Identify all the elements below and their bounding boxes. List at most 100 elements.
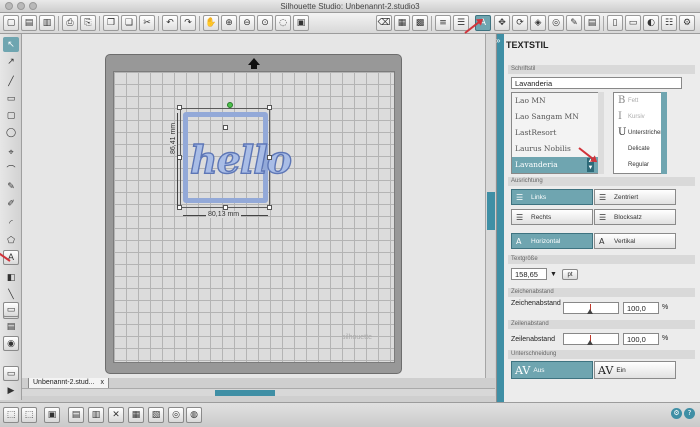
replicate-icon[interactable]: ⟳ xyxy=(512,15,528,31)
close-tab-icon[interactable]: x xyxy=(101,379,105,386)
char-spacing-slider[interactable] xyxy=(563,302,619,314)
panel-collapse-strip[interactable]: » xyxy=(496,34,505,402)
release-compound-icon[interactable]: ▦ xyxy=(128,407,144,423)
resize-handle-bottom-right[interactable] xyxy=(267,205,272,210)
text-size-input[interactable]: 158,65 xyxy=(511,268,547,280)
zoom-in-icon[interactable]: ⊕ xyxy=(221,15,237,31)
transform-icon[interactable]: ✥ xyxy=(494,15,510,31)
direction-vertical-button[interactable]: A Vertikal xyxy=(594,233,676,249)
curve-tool-icon[interactable]: ⌒ xyxy=(3,162,19,177)
panel-cut-settings-icon[interactable]: ▭ xyxy=(3,302,19,317)
settings-icon[interactable]: ⚙ xyxy=(679,15,695,31)
collapse-chevron-icon[interactable]: » xyxy=(496,36,505,45)
print-cut-icon[interactable]: ⎘ xyxy=(80,15,96,31)
font-list-item[interactable]: LastResort xyxy=(512,125,603,141)
eraser-icon[interactable]: ⌫ xyxy=(376,15,392,31)
knife-tool-icon[interactable]: ╲ xyxy=(3,287,19,302)
resize-handle-bottom[interactable] xyxy=(223,205,228,210)
style-underline[interactable]: U Unterstrichen xyxy=(614,125,666,141)
eraser-tool-icon[interactable]: ◧ xyxy=(3,270,19,285)
vertical-scroll-thumb[interactable] xyxy=(487,192,495,230)
help-icon[interactable]: ? xyxy=(684,408,695,419)
line-spacing-input[interactable]: 100,0 xyxy=(623,333,659,345)
style-delicate[interactable]: Delicate xyxy=(614,141,666,157)
style-regular[interactable]: Regular xyxy=(614,157,666,173)
style-italic[interactable]: I Kursiv xyxy=(614,109,666,125)
size-unit-button[interactable]: pt xyxy=(562,269,578,280)
regular-polygon-tool-icon[interactable]: ⬠ xyxy=(3,233,19,248)
align-right-button[interactable]: ☰ Rechts xyxy=(511,209,593,225)
horizontal-scroll-thumb[interactable] xyxy=(215,390,275,396)
align-justify-button[interactable]: ☰ Blocksatz xyxy=(594,209,676,225)
style-list-scrollbar[interactable] xyxy=(661,92,667,174)
trace-icon[interactable]: ✎ xyxy=(566,15,582,31)
send-panel-icon[interactable]: ▶ xyxy=(3,383,19,398)
freehand-tool-icon[interactable]: ✎ xyxy=(3,179,19,194)
select-all-icon[interactable]: ⬚ xyxy=(3,407,19,423)
group-icon[interactable]: ▤ xyxy=(68,407,84,423)
kerning-on-button[interactable]: AV Ein xyxy=(594,361,676,379)
arc-tool-icon[interactable]: ◜ xyxy=(3,216,19,231)
resize-handle-top[interactable] xyxy=(223,125,228,130)
modify-icon[interactable]: ◈ xyxy=(530,15,546,31)
horizontal-scrollbar[interactable] xyxy=(22,388,495,396)
style-bold[interactable]: B Fett xyxy=(614,93,666,109)
deselect-icon[interactable]: ⬚ xyxy=(21,407,37,423)
send-backward-icon[interactable]: ◎ xyxy=(168,407,184,423)
ellipse-tool-icon[interactable]: ◯ xyxy=(3,125,19,140)
bring-forward-icon[interactable]: ▧ xyxy=(148,407,164,423)
vertical-scrollbar[interactable] xyxy=(485,34,495,378)
zoom-out-icon[interactable]: ⊖ xyxy=(239,15,255,31)
point-edit-tool-icon[interactable]: ↗ xyxy=(3,54,19,69)
zoom-select-icon[interactable]: ⊙ xyxy=(257,15,273,31)
library-icon[interactable]: ▤ xyxy=(584,15,600,31)
media-toggle-icon[interactable]: ▭ xyxy=(3,366,19,381)
save-icon[interactable]: ▥ xyxy=(39,15,55,31)
rectangle-tool-icon[interactable]: ▭ xyxy=(3,91,19,106)
store-icon[interactable]: ▯ xyxy=(607,15,623,31)
close-window-button[interactable] xyxy=(5,2,13,10)
font-name-input[interactable]: Lavanderia xyxy=(511,77,682,89)
open-icon[interactable]: ▤ xyxy=(21,15,37,31)
scissors-icon[interactable]: ✂ xyxy=(139,15,155,31)
send-icon[interactable]: ▭ xyxy=(625,15,641,31)
pan-icon[interactable]: ✋ xyxy=(203,15,219,31)
make-compound-icon[interactable]: ✕ xyxy=(108,407,124,423)
edit-points-icon[interactable]: ▣ xyxy=(44,407,60,423)
connect-icon[interactable]: ☷ xyxy=(661,15,677,31)
new-icon[interactable]: ▢ xyxy=(3,15,19,31)
redo-icon[interactable]: ↷ xyxy=(180,15,196,31)
kerning-off-button[interactable]: AV Aus xyxy=(511,361,593,379)
paste-icon[interactable]: ❏ xyxy=(121,15,137,31)
align-left-button[interactable]: ☰ Links xyxy=(511,189,593,205)
gear-icon[interactable]: ⚙ xyxy=(671,408,682,419)
minimize-window-button[interactable] xyxy=(17,2,25,10)
line-color-icon[interactable]: ☰ xyxy=(453,15,469,31)
zoom-back-icon[interactable]: ◌ xyxy=(275,15,291,31)
text-size-dropdown-icon[interactable]: ▼ xyxy=(550,270,557,279)
select-tool-icon[interactable]: ↖ xyxy=(3,37,19,52)
weld-icon[interactable]: ◍ xyxy=(186,407,202,423)
char-spacing-slider-knob[interactable] xyxy=(587,309,593,314)
rotate-handle[interactable] xyxy=(227,102,233,108)
resize-handle-right[interactable] xyxy=(267,155,272,160)
font-list-scrollbar[interactable] xyxy=(598,92,604,174)
font-style-list[interactable]: B Fett I Kursiv U Unterstrichen Delicate Re… xyxy=(613,92,667,174)
zoom-window-button[interactable] xyxy=(29,2,37,10)
grid-icon[interactable]: ▩ xyxy=(412,15,428,31)
silhouette-store-icon[interactable]: ◉ xyxy=(3,336,19,351)
resize-handle-top-right[interactable] xyxy=(267,105,272,110)
polygon-tool-icon[interactable]: ⌖ xyxy=(3,145,19,160)
silhouette-icon[interactable]: ◐ xyxy=(643,15,659,31)
char-spacing-input[interactable]: 100,0 xyxy=(623,302,659,314)
library-toggle-icon[interactable]: ▤ xyxy=(3,319,19,334)
print-icon[interactable]: ⎙ xyxy=(62,15,78,31)
cutting-mat[interactable]: silhouette xyxy=(105,54,402,374)
fill-color-icon[interactable]: ≡ xyxy=(435,15,451,31)
smooth-freehand-tool-icon[interactable]: ✐ xyxy=(3,196,19,211)
design-workspace[interactable]: silhouette hello 80,13 mm 86,41 mm xyxy=(0,34,485,378)
rounded-rectangle-tool-icon[interactable]: ▢ xyxy=(3,108,19,123)
font-list-item[interactable]: Lao MN xyxy=(512,93,603,109)
page-setup-icon[interactable]: ▦ xyxy=(394,15,410,31)
line-spacing-slider[interactable] xyxy=(563,333,619,345)
